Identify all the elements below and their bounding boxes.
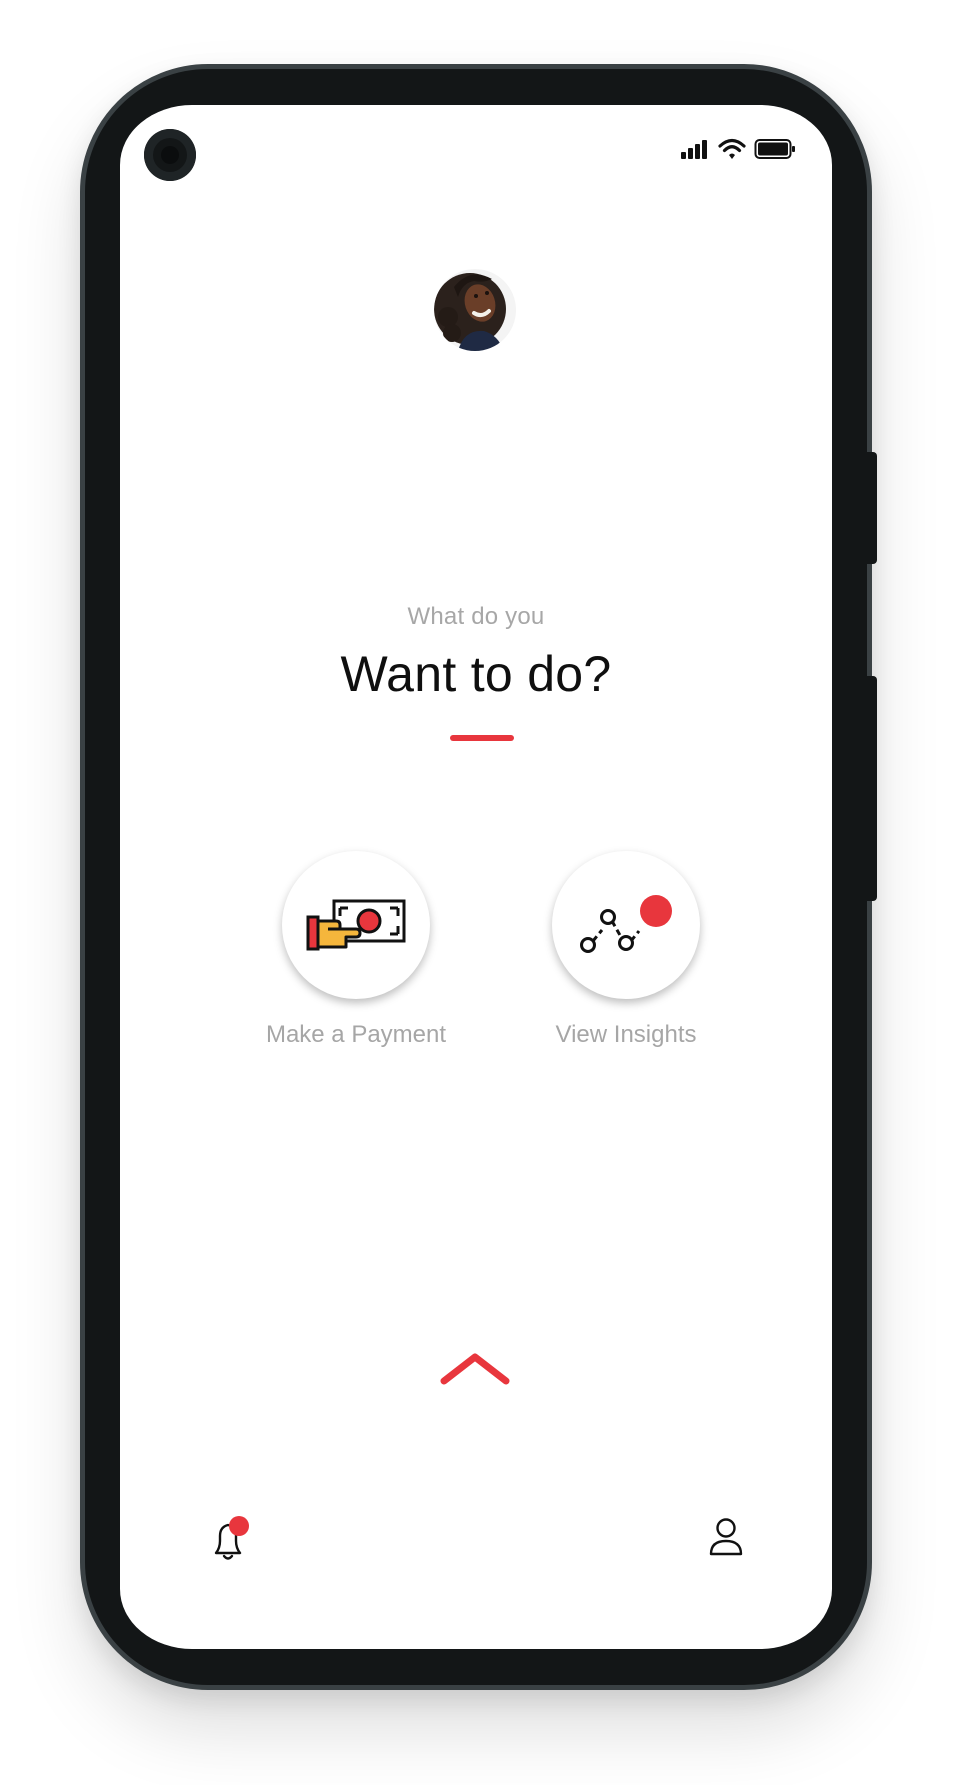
chevron-up-icon[interactable] [440,1351,510,1385]
user-icon[interactable] [708,1517,744,1557]
wifi-icon [718,138,746,159]
profile-photo-icon [434,269,516,351]
app-screen: What do you Want to do? Make a Payment V… [120,105,832,1649]
insights-badge-dot [640,895,672,927]
hand-money-icon [306,899,406,951]
status-bar [680,135,796,163]
avatar[interactable] [434,269,516,351]
battery-icon [754,139,795,159]
view-insights-circle[interactable] [552,851,700,999]
signal-icon [681,140,707,159]
view-insights-button[interactable]: View Insights [516,851,736,1049]
view-insights-label: View Insights [555,1021,697,1048]
make-payment-button[interactable]: Make a Payment [246,851,466,1049]
volume-button [866,452,877,564]
prompt-subtitle: What do you [407,603,545,630]
power-button [866,676,877,901]
title-underline [450,735,514,741]
make-payment-circle[interactable] [282,851,430,999]
bell-icon[interactable] [208,1515,254,1563]
page-title: Want to do? [340,646,612,702]
make-payment-label: Make a Payment [265,1021,447,1048]
camera-icon [144,129,196,181]
